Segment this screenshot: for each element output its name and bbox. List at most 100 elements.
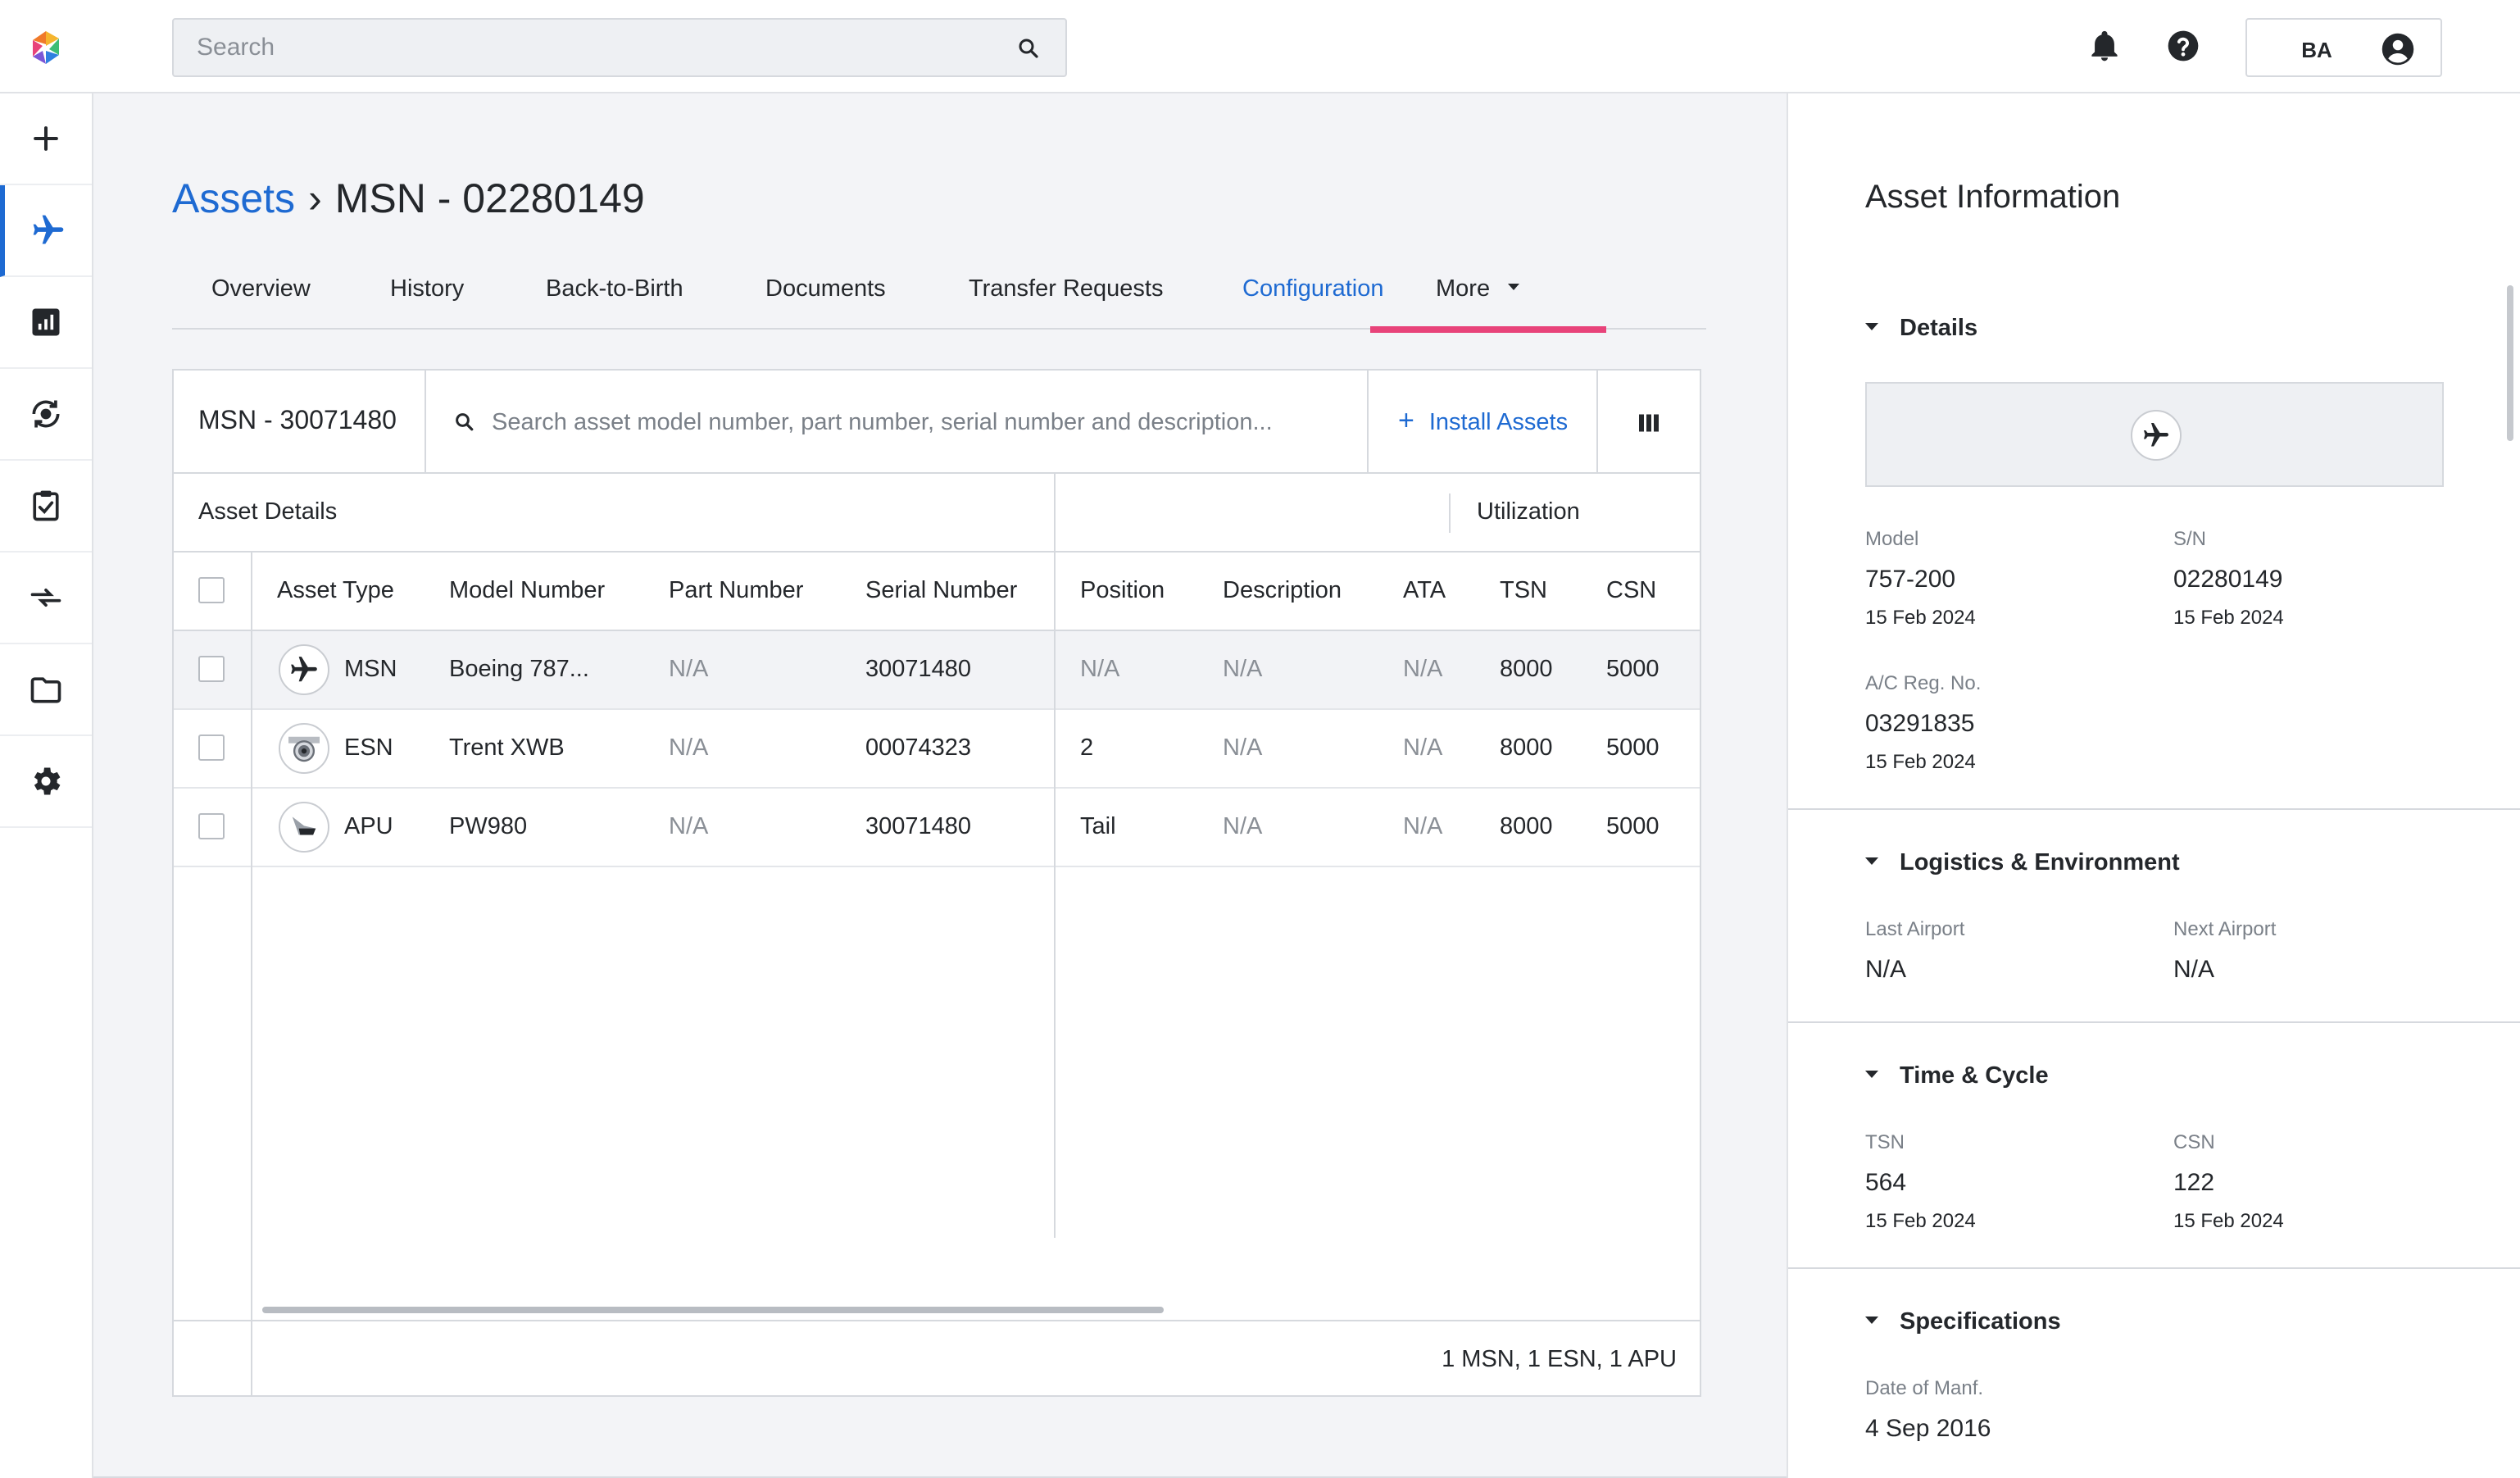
- search-icon[interactable]: [1016, 36, 1041, 61]
- position: 2: [1080, 734, 1094, 761]
- logo-icon[interactable]: [28, 30, 64, 66]
- column-header[interactable]: CSN: [1606, 577, 1656, 604]
- columns-icon[interactable]: [1634, 408, 1664, 438]
- table-row[interactable]: APU PW980 N/A 30071480 Tail N/A N/A 8000…: [174, 789, 1700, 867]
- nav-assets[interactable]: [0, 185, 92, 277]
- select-all-checkbox[interactable]: [198, 577, 225, 603]
- column-header[interactable]: Part Number: [669, 577, 803, 604]
- part-number: N/A: [669, 656, 709, 682]
- top-bar: BA: [0, 0, 2520, 93]
- install-assets-button[interactable]: + Install Assets: [1398, 405, 1568, 437]
- table-toolbar: MSN - 30071480 + Install Assets: [174, 371, 1700, 474]
- tab-overview[interactable]: Overview: [211, 275, 311, 302]
- group-divider: [1449, 493, 1451, 533]
- field-value: 02280149: [2173, 566, 2283, 593]
- section-divider: [1788, 1021, 2520, 1023]
- field-value: 122: [2173, 1169, 2215, 1196]
- section-specifications-toggle[interactable]: Specifications: [1865, 1308, 2061, 1335]
- nav-documents[interactable]: [0, 644, 92, 736]
- plus-icon: [34, 126, 58, 151]
- field-label: S/N: [2173, 528, 2207, 550]
- account-icon: [2382, 33, 2414, 66]
- install-assets-label: Install Assets: [1428, 409, 1569, 435]
- row-checkbox[interactable]: [198, 813, 225, 839]
- column-header[interactable]: Description: [1223, 577, 1342, 604]
- nav-reports[interactable]: [0, 277, 92, 369]
- global-search-input[interactable]: [197, 20, 983, 75]
- caret-down-icon: [1865, 1316, 1878, 1324]
- field-value: 564: [1865, 1169, 1907, 1196]
- airplane-icon: [2131, 410, 2182, 461]
- field-value: 03291835: [1865, 710, 1975, 737]
- asset-image-placeholder: [1865, 382, 2444, 487]
- column-header[interactable]: Position: [1080, 577, 1165, 604]
- tab-documents[interactable]: Documents: [765, 275, 886, 302]
- column-header[interactable]: TSN: [1500, 577, 1547, 604]
- nav-settings[interactable]: [0, 736, 92, 828]
- tab-back-to-birth[interactable]: Back-to-Birth: [546, 275, 683, 302]
- field-date: 15 Feb 2024: [2173, 1210, 2284, 1232]
- nav-transfers[interactable]: [0, 553, 92, 644]
- asset-count-summary: 1 MSN, 1 ESN, 1 APU: [1442, 1346, 1677, 1372]
- table-footer: 1 MSN, 1 ESN, 1 APU: [174, 1320, 1700, 1395]
- field-label: Next Airport: [2173, 918, 2277, 940]
- field-label: CSN: [2173, 1131, 2215, 1153]
- table-row[interactable]: ESN Trent XWB N/A 00074323 2 N/A N/A 800…: [174, 710, 1700, 789]
- tab-history[interactable]: History: [390, 275, 464, 302]
- section-heading: Time & Cycle: [1900, 1062, 2049, 1089]
- section-time-cycle-toggle[interactable]: Time & Cycle: [1865, 1062, 2049, 1089]
- panel-scrollbar[interactable]: [2507, 285, 2513, 441]
- breadcrumb-assets-link[interactable]: Assets: [172, 175, 295, 221]
- tab-transfer-requests[interactable]: Transfer Requests: [969, 275, 1163, 302]
- serial-number: 30071480: [865, 656, 972, 682]
- csn: 5000: [1606, 813, 1660, 839]
- column-header[interactable]: Model Number: [449, 577, 605, 604]
- horizontal-scrollbar[interactable]: [262, 1307, 1164, 1313]
- tab-configuration[interactable]: Configuration: [1242, 275, 1384, 302]
- gear-icon: [34, 767, 61, 795]
- description: N/A: [1223, 656, 1263, 682]
- row-checkbox[interactable]: [198, 734, 225, 761]
- column-header[interactable]: Asset Type: [277, 577, 394, 604]
- search-icon: [456, 413, 474, 431]
- help-icon[interactable]: [2165, 28, 2201, 64]
- engine-icon: [279, 723, 329, 774]
- serial-number: 00074323: [865, 734, 972, 761]
- global-search[interactable]: [172, 18, 1067, 77]
- description: N/A: [1223, 734, 1263, 761]
- selected-asset-label[interactable]: MSN - 30071480: [198, 405, 397, 435]
- clipboard-check-icon: [33, 490, 59, 521]
- tab-more[interactable]: More: [1436, 275, 1520, 302]
- user-menu[interactable]: BA: [2245, 18, 2442, 77]
- caret-down-icon: [1865, 322, 1878, 330]
- position: Tail: [1080, 813, 1116, 839]
- page-title: MSN - 02280149: [334, 175, 645, 221]
- nav-add[interactable]: [0, 93, 92, 185]
- column-header[interactable]: Serial Number: [865, 577, 1017, 604]
- table-row[interactable]: MSN Boeing 787... N/A 30071480 N/A N/A N…: [174, 631, 1700, 710]
- asset-search-input[interactable]: [492, 393, 1311, 451]
- bar-chart-icon: [32, 308, 60, 336]
- row-checkbox[interactable]: [198, 656, 225, 682]
- tsn: 8000: [1500, 656, 1553, 682]
- serial-number: 30071480: [865, 813, 972, 839]
- tab-more-label: More: [1436, 275, 1491, 302]
- model-number: PW980: [449, 813, 528, 839]
- group-asset-details: Asset Details: [198, 498, 338, 525]
- bell-icon[interactable]: [2086, 28, 2123, 64]
- nav-tasks[interactable]: [0, 461, 92, 553]
- section-heading: Specifications: [1900, 1308, 2061, 1335]
- active-tab-indicator: [1370, 326, 1606, 333]
- csn: 5000: [1606, 656, 1660, 682]
- asset-type: MSN: [344, 656, 397, 682]
- ata: N/A: [1403, 813, 1443, 839]
- field-label: Last Airport: [1865, 918, 1965, 940]
- tsn: 8000: [1500, 813, 1553, 839]
- section-logistics-toggle[interactable]: Logistics & Environment: [1865, 849, 2180, 876]
- chevron-down-icon: [1508, 284, 1520, 291]
- caret-down-icon: [1865, 857, 1878, 865]
- section-divider: [1788, 808, 2520, 810]
- nav-tracking[interactable]: [0, 369, 92, 461]
- section-details-toggle[interactable]: Details: [1865, 315, 1977, 342]
- column-header[interactable]: ATA: [1403, 577, 1446, 604]
